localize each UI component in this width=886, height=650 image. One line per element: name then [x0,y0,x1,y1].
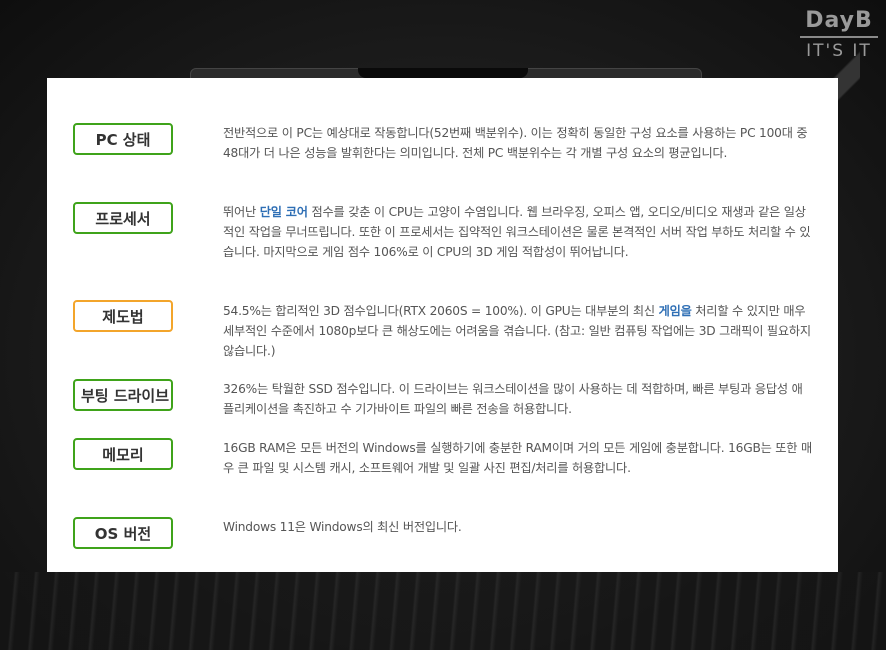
desc-memory: 16GB RAM은 모든 버전의 Windows를 실행하기에 충분한 RAM이… [223,441,813,475]
desc-os-version: Windows 11은 Windows의 최신 버전입니다. [223,520,462,534]
dayb-logo: DayB IT'S IT [796,4,882,76]
desc-processor: 뛰어난 단일 코어 점수를 갖춘 이 CPU는 고양이 수염입니다. 웹 브라우… [223,202,813,262]
background-floor [0,572,886,650]
desc-processor-text-a: 뛰어난 [223,205,260,219]
desc-boot-drive: 326%는 탁월한 SSD 점수입니다. 이 드라이브는 워크스테이션을 많이 … [223,382,803,416]
background-laptop-notch [358,68,528,78]
desc-pc-status: 전반적으로 이 PC는 예상대로 작동합니다(52번째 백분위수). 이는 정확… [223,126,808,160]
link-single-core[interactable]: 단일 코어 [260,205,308,219]
logo-divider [800,36,878,38]
badge-pc-status: PC 상태 [73,123,173,155]
badge-graphics: 제도법 [73,300,173,332]
desc-graphics: 54.5%는 합리적인 3D 점수입니다(RTX 2060S = 100%). … [223,301,813,361]
badge-processor: 프로세서 [73,202,173,234]
desc-processor-text-b: 점수를 갖춘 이 CPU는 고양이 수염입니다. 웹 브라우징, 오피스 앱, … [223,205,811,259]
desc-graphics-text-a: 54.5%는 합리적인 3D 점수입니다(RTX 2060S = 100%). … [223,304,659,318]
pc-report-card: PC 상태 전반적으로 이 PC는 예상대로 작동합니다(52번째 백분위수).… [47,78,838,572]
link-games[interactable]: 게임을 [659,304,692,318]
badge-memory: 메모리 [73,438,173,470]
logo-line1: DayB [805,8,873,33]
logo-line2: IT'S IT [806,41,872,61]
badge-os-version: OS 버전 [73,517,173,549]
badge-boot-drive: 부팅 드라이브 [73,379,173,411]
